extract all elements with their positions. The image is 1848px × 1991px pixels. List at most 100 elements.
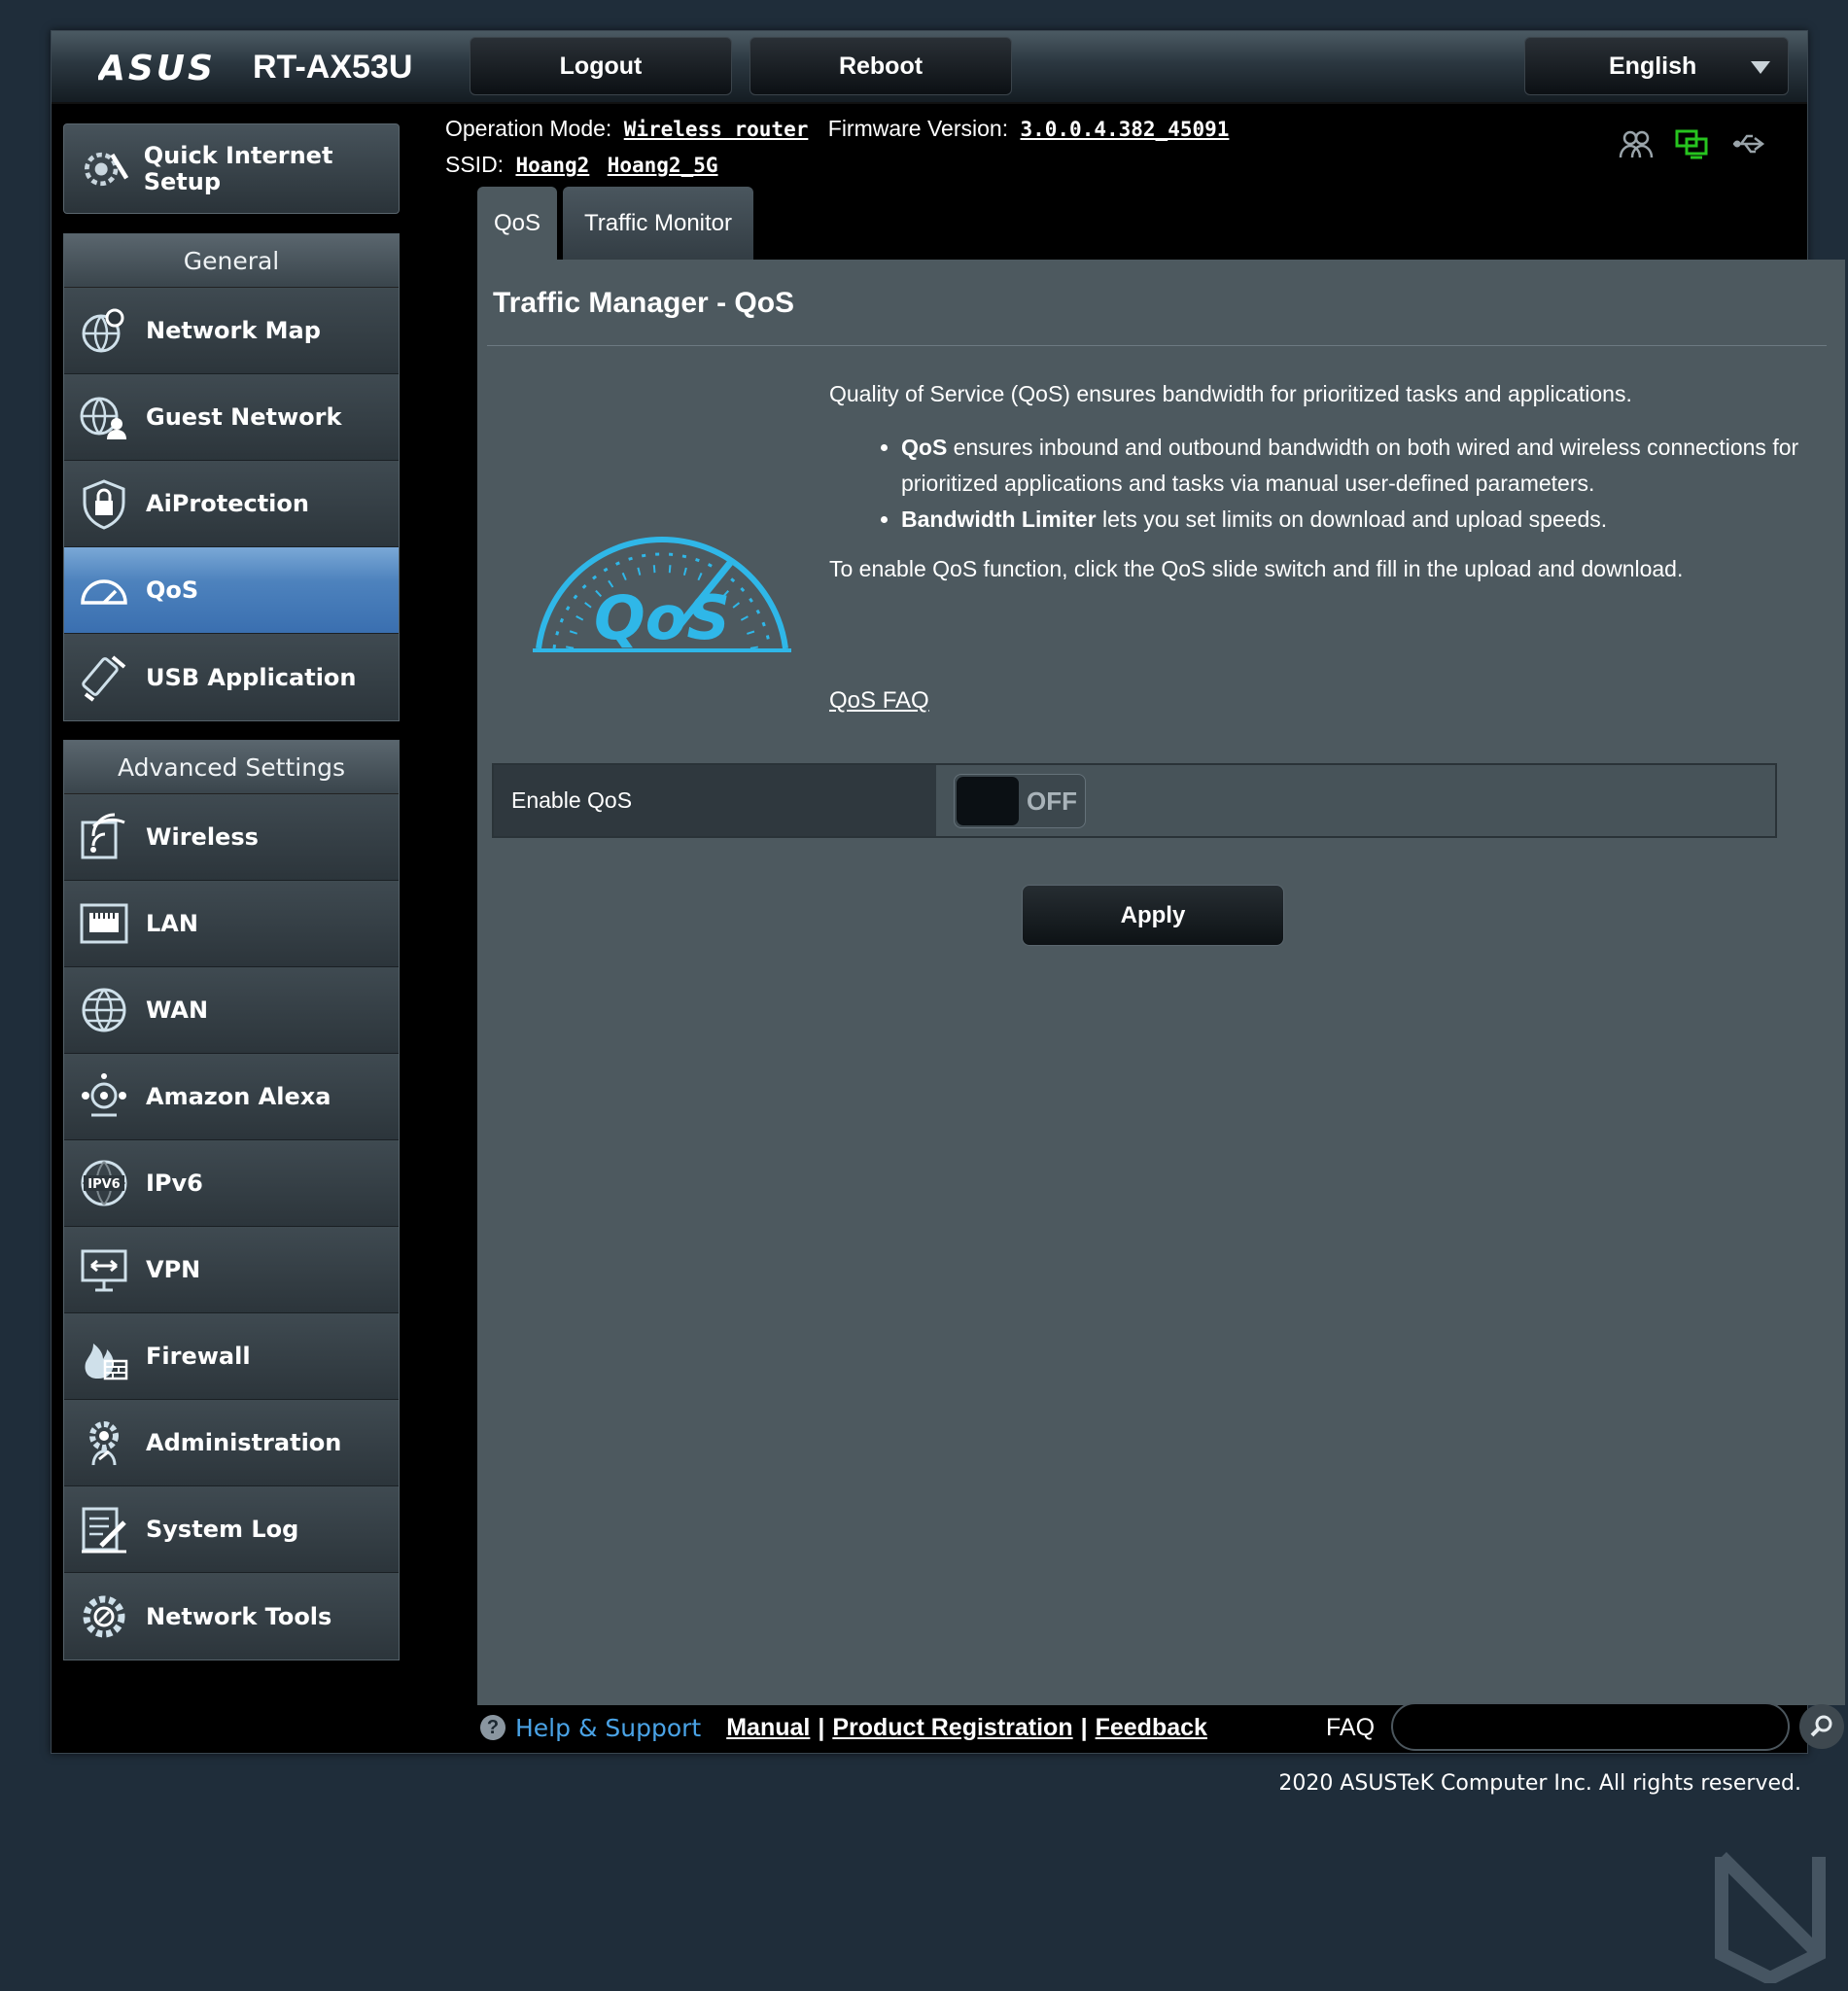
sidebar-item-label: IPv6: [146, 1170, 203, 1197]
tab-bar: QoS Traffic Monitor: [477, 187, 753, 260]
system-log-icon: [78, 1503, 130, 1555]
alexa-icon: [78, 1070, 130, 1123]
sidebar-item-label: WAN: [146, 996, 209, 1024]
sidebar-item-label: Firewall: [146, 1343, 251, 1370]
tab-qos[interactable]: QoS: [477, 187, 557, 260]
sidebar-item-usb-application[interactable]: USB Application: [64, 634, 399, 720]
feedback-link[interactable]: Feedback: [1096, 1714, 1207, 1742]
sidebar-item-qos[interactable]: QoS: [64, 547, 399, 634]
product-registration-link[interactable]: Product Registration: [832, 1714, 1072, 1742]
router-admin-window: ASUS RT-AX53U Logout Reboot English Oper…: [51, 30, 1845, 1754]
qos-content-panel: Traffic Manager - QoS QoS Quality of Ser…: [477, 260, 1845, 1705]
usb-icon: [78, 651, 130, 704]
enable-qos-toggle[interactable]: OFF: [954, 774, 1086, 828]
footer: ? Help & Support Manual | Product Regist…: [480, 1698, 1844, 1757]
copyright-text: 2020 ASUSTeK Computer Inc. All rights re…: [1278, 1771, 1801, 1796]
qos-gauge-icon: QoS: [533, 536, 791, 653]
faq-search-button[interactable]: [1799, 1704, 1844, 1749]
lock-shield-icon: [78, 477, 130, 530]
chevron-down-icon: [1751, 61, 1770, 74]
sidebar-item-label: Network Map: [146, 317, 321, 344]
sidebar-item-vpn[interactable]: VPN: [64, 1227, 399, 1313]
router-info: Operation Mode: Wireless router Firmware…: [445, 111, 1229, 183]
footer-separator: |: [818, 1713, 825, 1741]
sidebar-item-lan[interactable]: LAN: [64, 881, 399, 967]
ipv6-icon: IPV6: [78, 1157, 130, 1209]
globe-icon: [78, 984, 130, 1036]
asus-logo-mark: ASUS: [95, 49, 213, 88]
wireless-icon: [78, 811, 130, 863]
sidebar-item-ipv6[interactable]: IPV6 IPv6: [64, 1140, 399, 1227]
bullet-text: lets you set limits on download and uplo…: [1096, 506, 1608, 532]
sidebar-item-wan[interactable]: WAN: [64, 967, 399, 1054]
feature-list: QoS ensures inbound and outbound bandwid…: [901, 430, 1801, 538]
firmware-link[interactable]: 3.0.0.4.382_45091: [1020, 118, 1229, 141]
reboot-button[interactable]: Reboot: [750, 37, 1012, 95]
firewall-icon: [78, 1330, 130, 1382]
enable-qos-label: Enable QoS: [494, 765, 936, 836]
faq-label: FAQ: [1326, 1713, 1376, 1741]
network-tools-icon: [78, 1590, 130, 1643]
intro-text: Quality of Service (QoS) ensures bandwid…: [829, 381, 1632, 406]
tab-traffic-monitor[interactable]: Traffic Monitor: [563, 187, 753, 260]
general-menu: General Network Map Guest Network AiProt…: [63, 233, 400, 721]
gauge-icon: [78, 564, 130, 616]
sidebar-item-label: AiProtection: [146, 490, 309, 517]
sidebar-item-wireless[interactable]: Wireless: [64, 794, 399, 881]
bullet-text: ensures inbound and outbound bandwidth o…: [901, 435, 1799, 496]
list-item: QoS ensures inbound and outbound bandwid…: [901, 430, 1801, 502]
language-value: English: [1609, 52, 1697, 80]
sidebar-item-label: QoS: [146, 576, 199, 604]
usb-status-icon[interactable]: [1731, 128, 1766, 159]
enable-hint-text: To enable QoS function, click the QoS sl…: [829, 556, 1684, 581]
op-mode-label: Operation Mode:: [445, 116, 612, 141]
clients-icon[interactable]: [1619, 128, 1654, 159]
sidebar-item-label: LAN: [146, 910, 198, 937]
search-icon: [1810, 1715, 1832, 1737]
list-item: Bandwidth Limiter lets you set limits on…: [901, 502, 1801, 538]
page-title: Traffic Manager - QoS: [493, 287, 795, 319]
advanced-menu: Advanced Settings Wireless LAN WAN Amazo…: [63, 740, 400, 1660]
status-icons: [1619, 128, 1766, 159]
manual-link[interactable]: Manual: [726, 1714, 810, 1742]
quick-setup-icon: [84, 152, 129, 186]
internet-connected-icon[interactable]: [1675, 128, 1710, 159]
title-divider: [487, 345, 1827, 346]
ssid-link-5g[interactable]: Hoang2_5G: [608, 154, 718, 177]
sidebar-item-label: USB Application: [146, 663, 357, 691]
globe-pin-icon: [78, 304, 130, 357]
sidebar-item-system-log[interactable]: System Log: [64, 1486, 399, 1573]
footer-separator: |: [1080, 1713, 1088, 1741]
bullet-bold: Bandwidth Limiter: [901, 506, 1097, 532]
guest-globe-icon: [78, 391, 130, 443]
quick-internet-setup-button[interactable]: Quick Internet Setup: [63, 123, 400, 214]
sidebar-item-amazon-alexa[interactable]: Amazon Alexa: [64, 1054, 399, 1140]
sidebar-item-aiprotection[interactable]: AiProtection: [64, 461, 399, 547]
sidebar-item-network-tools[interactable]: Network Tools: [64, 1573, 399, 1659]
sidebar-item-label: VPN: [146, 1256, 201, 1283]
bullet-bold: QoS: [901, 435, 948, 460]
toggle-state: OFF: [1027, 786, 1077, 816]
enable-qos-row: Enable QoS OFF: [492, 763, 1777, 838]
language-select[interactable]: English: [1524, 37, 1789, 95]
sidebar-item-guest-network[interactable]: Guest Network: [64, 374, 399, 461]
op-mode-link[interactable]: Wireless router: [624, 118, 809, 141]
quick-setup-label: Quick Internet Setup: [143, 141, 333, 195]
qos-description: Quality of Service (QoS) ensures bandwid…: [829, 376, 1801, 587]
sidebar-item-network-map[interactable]: Network Map: [64, 288, 399, 374]
logout-button[interactable]: Logout: [470, 37, 732, 95]
qos-faq-link[interactable]: QoS FAQ: [829, 687, 929, 715]
ssid-label: SSID:: [445, 152, 505, 177]
sidebar-item-label: Network Tools: [146, 1602, 332, 1630]
watermark-logo: [1715, 1852, 1826, 1983]
gauge-label: QoS: [594, 582, 730, 653]
toggle-knob: [957, 777, 1019, 825]
ssid-link-2g[interactable]: Hoang2: [515, 154, 589, 177]
sidebar-item-label: Wireless: [146, 823, 259, 851]
apply-button[interactable]: Apply: [1022, 885, 1284, 946]
faq-search-input[interactable]: [1391, 1702, 1790, 1751]
sidebar-item-administration[interactable]: Administration: [64, 1400, 399, 1486]
sidebar-item-label: Amazon Alexa: [146, 1083, 331, 1110]
sidebar-item-firewall[interactable]: Firewall: [64, 1313, 399, 1400]
help-support-link[interactable]: Help & Support: [515, 1714, 701, 1742]
